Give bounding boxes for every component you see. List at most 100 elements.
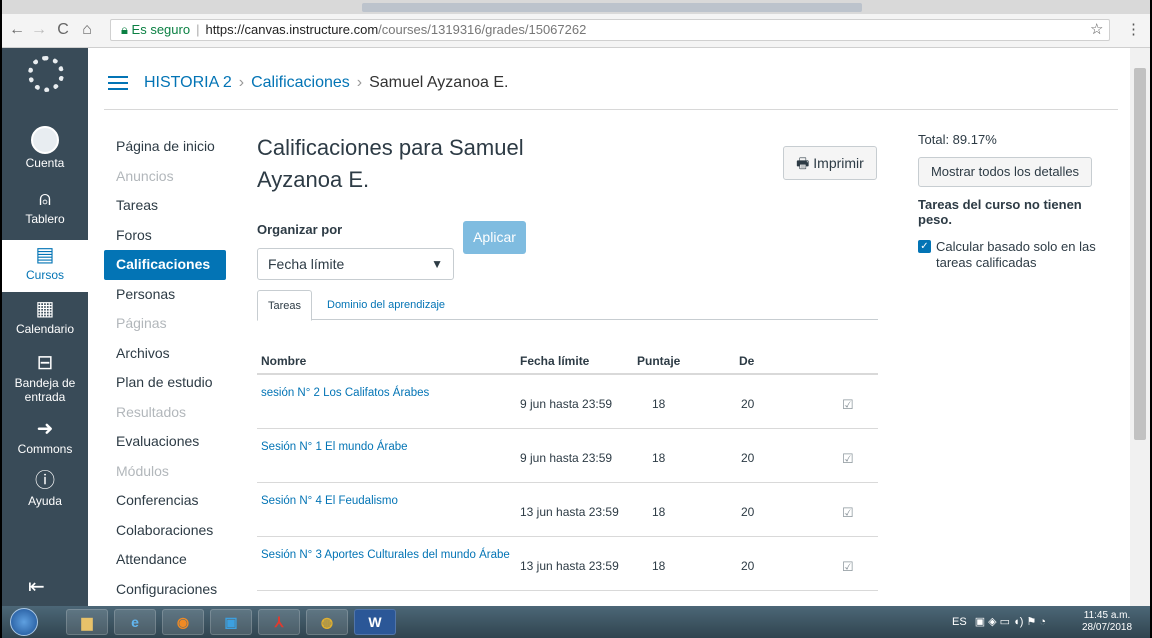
submission-icon[interactable]: ☑ [842, 559, 854, 575]
tab-assignments[interactable]: Tareas [257, 290, 313, 321]
assignment-link[interactable]: Sesión N° 1 El mundo Árabe [261, 441, 408, 453]
media-icon[interactable]: ▣ [210, 609, 252, 635]
acrobat-icon[interactable]: ⅄ [258, 609, 300, 635]
language-indicator[interactable]: ES [952, 616, 967, 628]
table-header: Nombre Fecha límite Puntaje De [257, 344, 878, 375]
course-nav-settings[interactable]: Configuraciones [104, 575, 226, 605]
sort-select[interactable]: Fecha límite ▼ [257, 248, 454, 280]
calendar-icon: ▦ [35, 298, 55, 320]
course-nav-files[interactable]: Archivos [104, 339, 226, 369]
nav-account[interactable]: Cuenta [2, 126, 88, 170]
course-nav-modules: Módulos [116, 462, 169, 479]
apply-button[interactable]: Aplicar [463, 221, 526, 254]
nav-label: Bandeja de entrada [14, 376, 76, 404]
nav-courses[interactable]: ▤ Cursos [2, 240, 88, 292]
show-details-button[interactable]: Mostrar todos los detalles [918, 157, 1092, 187]
bookmark-star-icon[interactable]: ☆ [1090, 20, 1103, 38]
checkbox-icon[interactable]: ✓ [918, 240, 931, 253]
dashboard-icon: ⍝ [39, 188, 51, 210]
table-row: Sesión N° 1 El mundo Árabe 9 jun hasta 2… [257, 429, 878, 483]
col-out-of: De [739, 354, 755, 368]
grades-table: Nombre Fecha límite Puntaje De sesión N°… [257, 344, 878, 591]
clock-date: 28/07/2018 [1082, 622, 1133, 633]
assignment-link[interactable]: Sesión N° 4 El Feudalismo [261, 495, 398, 507]
due-date: 9 jun hasta 23:59 [520, 451, 613, 465]
grade-tabs: Tareas Dominio del aprendizaje [257, 290, 878, 321]
chrome-icon[interactable]: ◍ [306, 609, 348, 635]
start-button-icon[interactable] [10, 608, 38, 636]
course-nav-people[interactable]: Personas [104, 280, 226, 310]
out-of: 20 [741, 451, 755, 465]
nav-label: Ayuda [28, 494, 62, 508]
assignment-link[interactable]: sesión N° 2 Los Califatos Árabes [261, 387, 429, 399]
col-name: Nombre [261, 354, 307, 368]
nav-dashboard[interactable]: ⍝ Tablero [2, 188, 88, 226]
collapse-nav-icon[interactable]: ⇤ [28, 574, 45, 599]
divider [104, 109, 1118, 110]
print-label: Imprimir [813, 155, 864, 171]
due-date: 9 jun hasta 23:59 [520, 397, 613, 411]
explorer-icon[interactable]: ▆ [66, 609, 108, 635]
tray-icons[interactable]: ▣ ◈ ▭ ◖) ⚑ ◔ [975, 616, 1046, 628]
grade-summary: Total: 89.17% Mostrar todos los detalles… [918, 132, 1118, 271]
menu-kebab-icon[interactable]: ⋮ [1126, 20, 1141, 38]
course-nav-syllabus[interactable]: Plan de estudio [104, 368, 226, 398]
course-nav-home[interactable]: Página de inicio [104, 132, 226, 162]
score: 18 [652, 559, 666, 573]
course-nav-quizzes[interactable]: Evaluaciones [104, 427, 226, 457]
word-icon[interactable]: W [354, 609, 396, 635]
print-button[interactable]: 🖶︎ Imprimir [783, 146, 877, 180]
nav-help[interactable]: ⓘ Ayuda [2, 470, 88, 508]
out-of: 20 [741, 559, 755, 573]
tab-mastery[interactable]: Dominio del aprendizaje [317, 290, 455, 321]
browser-window: ← → C ⌂ 🔒︎ Es seguro | https://canvas.inst… [2, 0, 1150, 638]
nav-calendar[interactable]: ▦ Calendario [2, 298, 88, 336]
forward-icon[interactable]: → [30, 20, 48, 40]
url-field[interactable]: 🔒︎ Es seguro | https://canvas.instructure.… [110, 19, 1110, 41]
score: 18 [652, 451, 666, 465]
canvas-logo-icon[interactable] [28, 56, 64, 92]
nav-label: Cuenta [25, 156, 65, 170]
global-nav: Cuenta ⍝ Tablero ▤ Cursos ▦ Calendario ⊟ Ban… [2, 48, 88, 606]
out-of: 20 [741, 397, 755, 411]
system-tray: ES ▣ ◈ ▭ ◖) ⚑ ◔ [952, 615, 1054, 628]
course-nav-announcements: Anuncios [116, 167, 174, 184]
assignment-link[interactable]: Sesión N° 3 Aportes Culturales del mundo… [261, 549, 510, 561]
avatar [31, 126, 59, 154]
help-icon: ⓘ [35, 470, 55, 492]
course-nav-attendance[interactable]: Attendance [104, 545, 226, 575]
course-nav-grades[interactable]: Calificaciones [104, 250, 226, 280]
submission-icon[interactable]: ☑ [842, 505, 854, 521]
hamburger-icon[interactable] [108, 75, 128, 90]
courses-icon: ▤ [35, 244, 55, 266]
total-grade: Total: 89.17% [918, 132, 997, 147]
scroll-thumb[interactable] [1134, 68, 1146, 440]
inbox-icon: ⊟ [36, 352, 54, 374]
back-icon[interactable]: ← [8, 20, 26, 40]
calc-checkbox-row[interactable]: ✓ Calcular basado solo en las tareas cali… [918, 239, 1118, 271]
weight-note: Tareas del curso no tienen peso. [918, 197, 1082, 227]
breadcrumb-course[interactable]: HISTORIA 2 [144, 74, 232, 91]
home-icon[interactable]: ⌂ [78, 20, 96, 40]
nav-commons[interactable]: ➜ Commons [2, 418, 88, 456]
course-nav-collaborations[interactable]: Colaboraciones [104, 516, 226, 546]
browser-tab[interactable] [362, 3, 862, 12]
course-nav-assignments[interactable]: Tareas [104, 191, 226, 221]
sort-value: Fecha límite [268, 256, 345, 272]
firefox-icon[interactable]: ◉ [162, 609, 204, 635]
out-of: 20 [741, 505, 755, 519]
reload-icon[interactable]: C [54, 20, 72, 40]
tab-strip [2, 0, 1150, 14]
due-date: 13 jun hasta 23:59 [520, 559, 619, 573]
ie-icon[interactable]: e [114, 609, 156, 635]
course-nav-discussions[interactable]: Foros [104, 221, 226, 251]
course-nav-conferences[interactable]: Conferencias [104, 486, 226, 516]
clock[interactable]: 11:45 a.m. 28/07/2018 [1082, 610, 1132, 634]
submission-icon[interactable]: ☑ [842, 397, 854, 413]
nav-inbox[interactable]: ⊟ Bandeja de entrada [2, 352, 88, 404]
breadcrumb-section[interactable]: Calificaciones [251, 74, 350, 91]
scrollbar[interactable] [1130, 48, 1150, 606]
submission-icon[interactable]: ☑ [842, 451, 854, 467]
url-host: https://canvas.instructure.com [205, 22, 379, 37]
table-row: Sesión N° 3 Aportes Culturales del mundo… [257, 537, 878, 591]
